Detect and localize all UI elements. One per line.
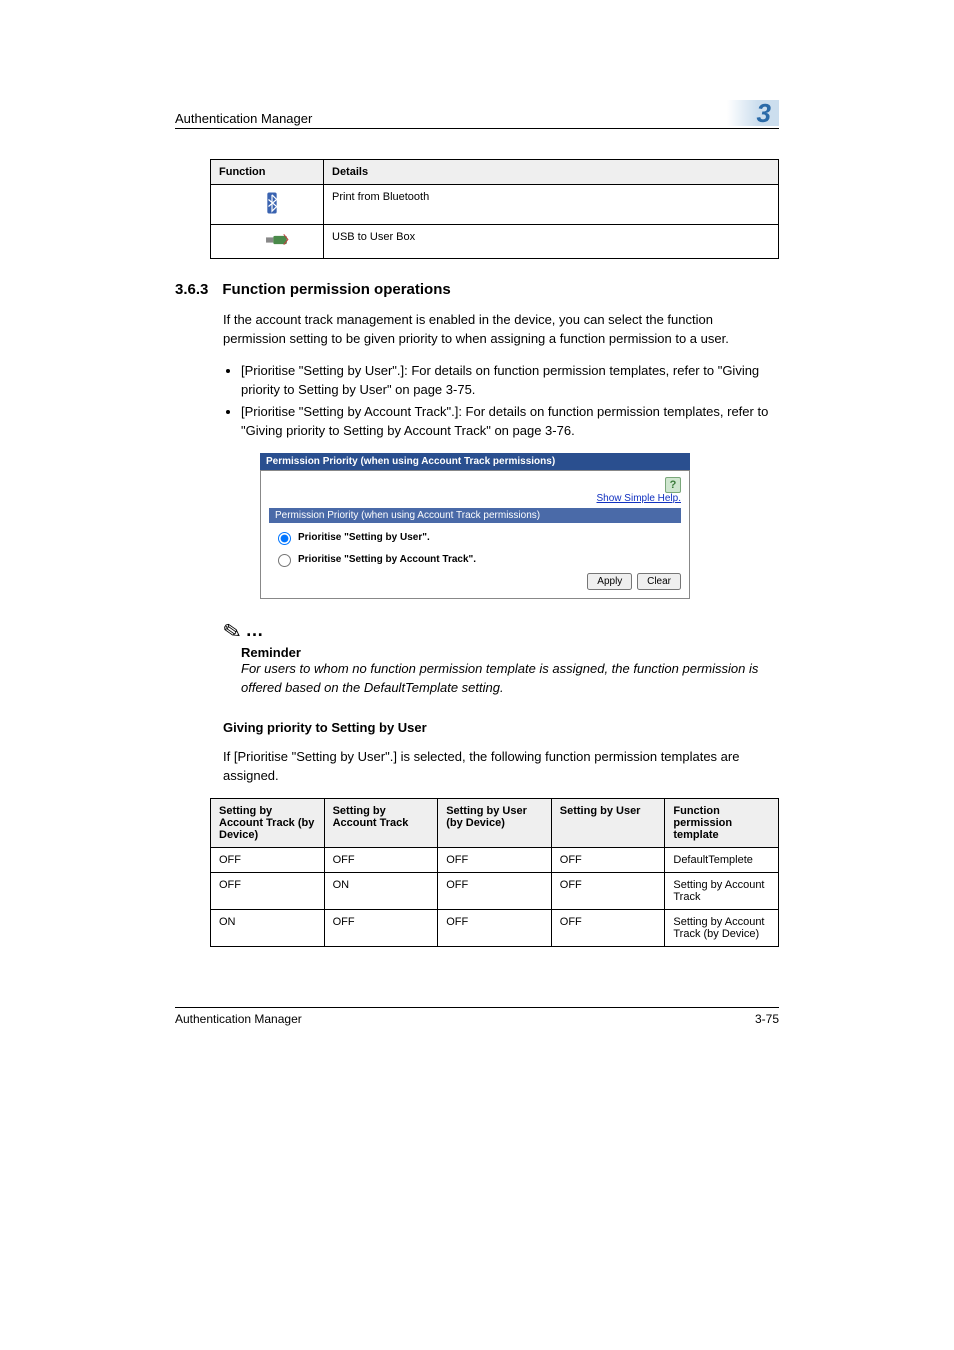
subsection-title: Giving priority to Setting by User (223, 720, 779, 735)
col-head: Setting by User (551, 799, 665, 848)
section-number: 3.6.3 (175, 281, 208, 298)
cell: Setting by Account Track (by Device) (665, 910, 779, 947)
cell: ON (324, 873, 438, 910)
panel-section-header: Permission Priority (when using Account … (269, 508, 681, 523)
col-head: Function permission template (665, 799, 779, 848)
footer-rule (175, 1007, 779, 1008)
section-intro: If the account track management is enabl… (223, 311, 779, 349)
cell: DefaultTemplete (665, 848, 779, 873)
col-details: Details (324, 160, 779, 185)
cell: OFF (551, 848, 665, 873)
section-bullets: [Prioritise "Setting by User".]: For det… (223, 362, 779, 441)
radio-label: Prioritise "Setting by Account Track". (298, 554, 476, 565)
radio-prioritise-account-track[interactable]: Prioritise "Setting by Account Track". (273, 551, 677, 567)
note-body: For users to whom no function permission… (241, 660, 779, 698)
panel-titlebar: Permission Priority (when using Account … (260, 453, 690, 470)
col-head: Setting by Account Track (by Device) (211, 799, 325, 848)
cell: OFF (438, 910, 552, 947)
col-head: Setting by Account Track (324, 799, 438, 848)
show-simple-help-link[interactable]: Show Simple Help. (597, 493, 681, 504)
cell: OFF (551, 910, 665, 947)
cell: OFF (438, 873, 552, 910)
subsection-intro: If [Prioritise "Setting by User".] is se… (223, 748, 779, 786)
cell: OFF (551, 873, 665, 910)
bluetooth-icon (265, 206, 279, 218)
cell: OFF (211, 848, 325, 873)
page-number: 3-75 (755, 1012, 779, 1026)
usb-icon (265, 240, 291, 252)
cell: OFF (438, 848, 552, 873)
priority-table: Setting by Account Track (by Device) Set… (210, 798, 779, 947)
permission-priority-panel: Permission Priority (when using Account … (260, 453, 690, 599)
cell: ON (211, 910, 325, 947)
detail-cell: Print from Bluetooth (324, 185, 779, 225)
list-item: [Prioritise "Setting by Account Track".]… (241, 403, 779, 441)
table-row: USB to User Box (211, 225, 779, 259)
table-row: Print from Bluetooth (211, 185, 779, 225)
table-row: OFF OFF OFF OFF DefaultTemplete (211, 848, 779, 873)
clear-button[interactable]: Clear (637, 573, 681, 590)
cell: Setting by Account Track (665, 873, 779, 910)
apply-button[interactable]: Apply (587, 573, 632, 590)
running-header: Authentication Manager (175, 111, 312, 126)
list-item: [Prioritise "Setting by User".]: For det… (241, 362, 779, 400)
help-icon[interactable]: ? (665, 477, 681, 493)
ellipsis-icon: … (245, 620, 265, 641)
footer-left: Authentication Manager (175, 1012, 302, 1026)
cell: OFF (324, 848, 438, 873)
detail-cell: USB to User Box (324, 225, 779, 259)
pen-icon: ✎ (221, 618, 244, 647)
cell: OFF (324, 910, 438, 947)
table-row: ON OFF OFF OFF Setting by Account Track … (211, 910, 779, 947)
radio-label: Prioritise "Setting by User". (298, 532, 430, 543)
radio-input-user[interactable] (278, 532, 291, 545)
note-heading: Reminder (241, 645, 779, 660)
col-function: Function (211, 160, 324, 185)
function-details-table: Function Details Print from Bluetooth (210, 159, 779, 259)
radio-input-account-track[interactable] (278, 554, 291, 567)
radio-prioritise-user[interactable]: Prioritise "Setting by User". (273, 529, 677, 545)
table-row: OFF ON OFF OFF Setting by Account Track (211, 873, 779, 910)
cell: OFF (211, 873, 325, 910)
section-title: Function permission operations (222, 281, 450, 298)
chapter-number-badge: 3 (727, 100, 779, 126)
col-head: Setting by User (by Device) (438, 799, 552, 848)
header-rule (175, 128, 779, 129)
